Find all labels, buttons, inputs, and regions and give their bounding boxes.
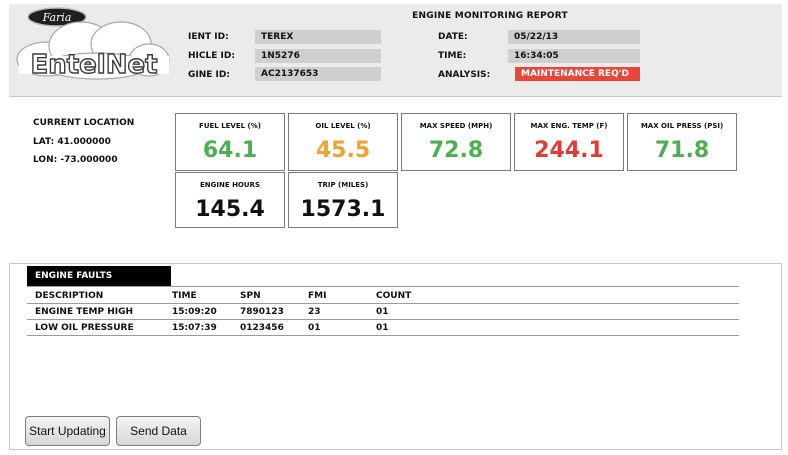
current-location-title: CURRENT LOCATION bbox=[33, 118, 135, 128]
start-updating-button[interactable]: Start Updating bbox=[25, 416, 110, 446]
max-oil-pressure-label: MAX OIL PRESS (PSI) bbox=[640, 122, 724, 130]
max-oil-pressure-value: 71.8 bbox=[654, 138, 710, 163]
vehicle-id-label: HICLE ID: bbox=[188, 51, 235, 61]
fault-spn: 0123456 bbox=[240, 323, 284, 333]
faria-entelnet-logo: Faria EntelNet bbox=[9, 4, 173, 84]
max-engine-temp-value: 244.1 bbox=[534, 138, 604, 163]
column-header-description: DESCRIPTION bbox=[35, 291, 104, 301]
engine-id-label: GINE ID: bbox=[188, 70, 230, 80]
engine-hours-value: 145.4 bbox=[195, 197, 265, 222]
fault-description: ENGINE TEMP HIGH bbox=[35, 307, 134, 317]
fault-description: LOW OIL PRESSURE bbox=[35, 323, 134, 333]
report-title: ENGINE MONITORING REPORT bbox=[412, 11, 568, 21]
max-speed-value: 72.8 bbox=[428, 138, 484, 163]
max-oil-pressure-gauge: MAX OIL PRESS (PSI) 71.8 bbox=[627, 113, 737, 171]
faults-divider-bottom bbox=[27, 335, 739, 336]
trip-miles-value: 1573.1 bbox=[300, 197, 386, 222]
max-engine-temp-label: MAX ENG. TEMP (F) bbox=[530, 122, 608, 130]
faults-divider-top bbox=[27, 286, 739, 287]
longitude-readout: LON: -73.000000 bbox=[33, 155, 118, 165]
trip-miles-label: TRIP (MILES) bbox=[317, 181, 369, 189]
date-label: DATE: bbox=[438, 32, 468, 42]
engine-faults-tab: ENGINE FAULTS bbox=[27, 266, 171, 286]
time-label: TIME: bbox=[438, 51, 467, 61]
oil-level-value: 45.5 bbox=[315, 138, 371, 163]
send-data-button[interactable]: Send Data bbox=[116, 416, 201, 446]
brand-top-text: Faria bbox=[42, 11, 72, 24]
client-id-value: TEREX bbox=[255, 30, 381, 44]
fault-count: 01 bbox=[376, 323, 389, 333]
engine-hours-label: ENGINE HOURS bbox=[200, 181, 260, 189]
fuel-level-gauge: FUEL LEVEL (%) 64.1 bbox=[175, 113, 285, 171]
oil-level-label: OIL LEVEL (%) bbox=[315, 122, 371, 130]
max-engine-temp-gauge: MAX ENG. TEMP (F) 244.1 bbox=[514, 113, 624, 171]
fault-fmi: 01 bbox=[308, 323, 321, 333]
analysis-label: ANALYSIS: bbox=[438, 70, 491, 80]
column-header-count: COUNT bbox=[376, 291, 412, 301]
time-value: 16:34:05 bbox=[508, 49, 640, 63]
analysis-status-badge: MAINTENANCE REQ'D bbox=[515, 67, 640, 81]
faults-divider-row bbox=[27, 319, 739, 320]
engine-id-value: AC2137653 bbox=[255, 67, 381, 81]
oil-level-gauge: OIL LEVEL (%) 45.5 bbox=[288, 113, 398, 171]
fuel-level-value: 64.1 bbox=[202, 138, 258, 163]
column-header-fmi: FMI bbox=[308, 291, 327, 301]
column-header-time: TIME bbox=[172, 291, 197, 301]
fault-time: 15:07:39 bbox=[172, 323, 217, 333]
faults-divider-header bbox=[27, 303, 739, 304]
fault-time: 15:09:20 bbox=[172, 307, 217, 317]
fault-count: 01 bbox=[376, 307, 389, 317]
vehicle-id-value: 1N5276 bbox=[255, 49, 381, 63]
fuel-level-label: FUEL LEVEL (%) bbox=[199, 122, 261, 130]
fault-fmi: 23 bbox=[308, 307, 321, 317]
max-speed-label: MAX SPEED (MPH) bbox=[419, 122, 493, 130]
fault-spn: 7890123 bbox=[240, 307, 284, 317]
client-id-label: IENT ID: bbox=[188, 32, 229, 42]
engine-hours-gauge: ENGINE HOURS 145.4 bbox=[175, 172, 285, 228]
column-header-spn: SPN bbox=[240, 291, 261, 301]
trip-miles-gauge: TRIP (MILES) 1573.1 bbox=[288, 172, 398, 228]
brand-bottom-text: EntelNet bbox=[30, 50, 157, 80]
latitude-readout: LAT: 41.000000 bbox=[33, 137, 111, 147]
date-value: 05/22/13 bbox=[508, 30, 640, 44]
max-speed-gauge: MAX SPEED (MPH) 72.8 bbox=[401, 113, 511, 171]
